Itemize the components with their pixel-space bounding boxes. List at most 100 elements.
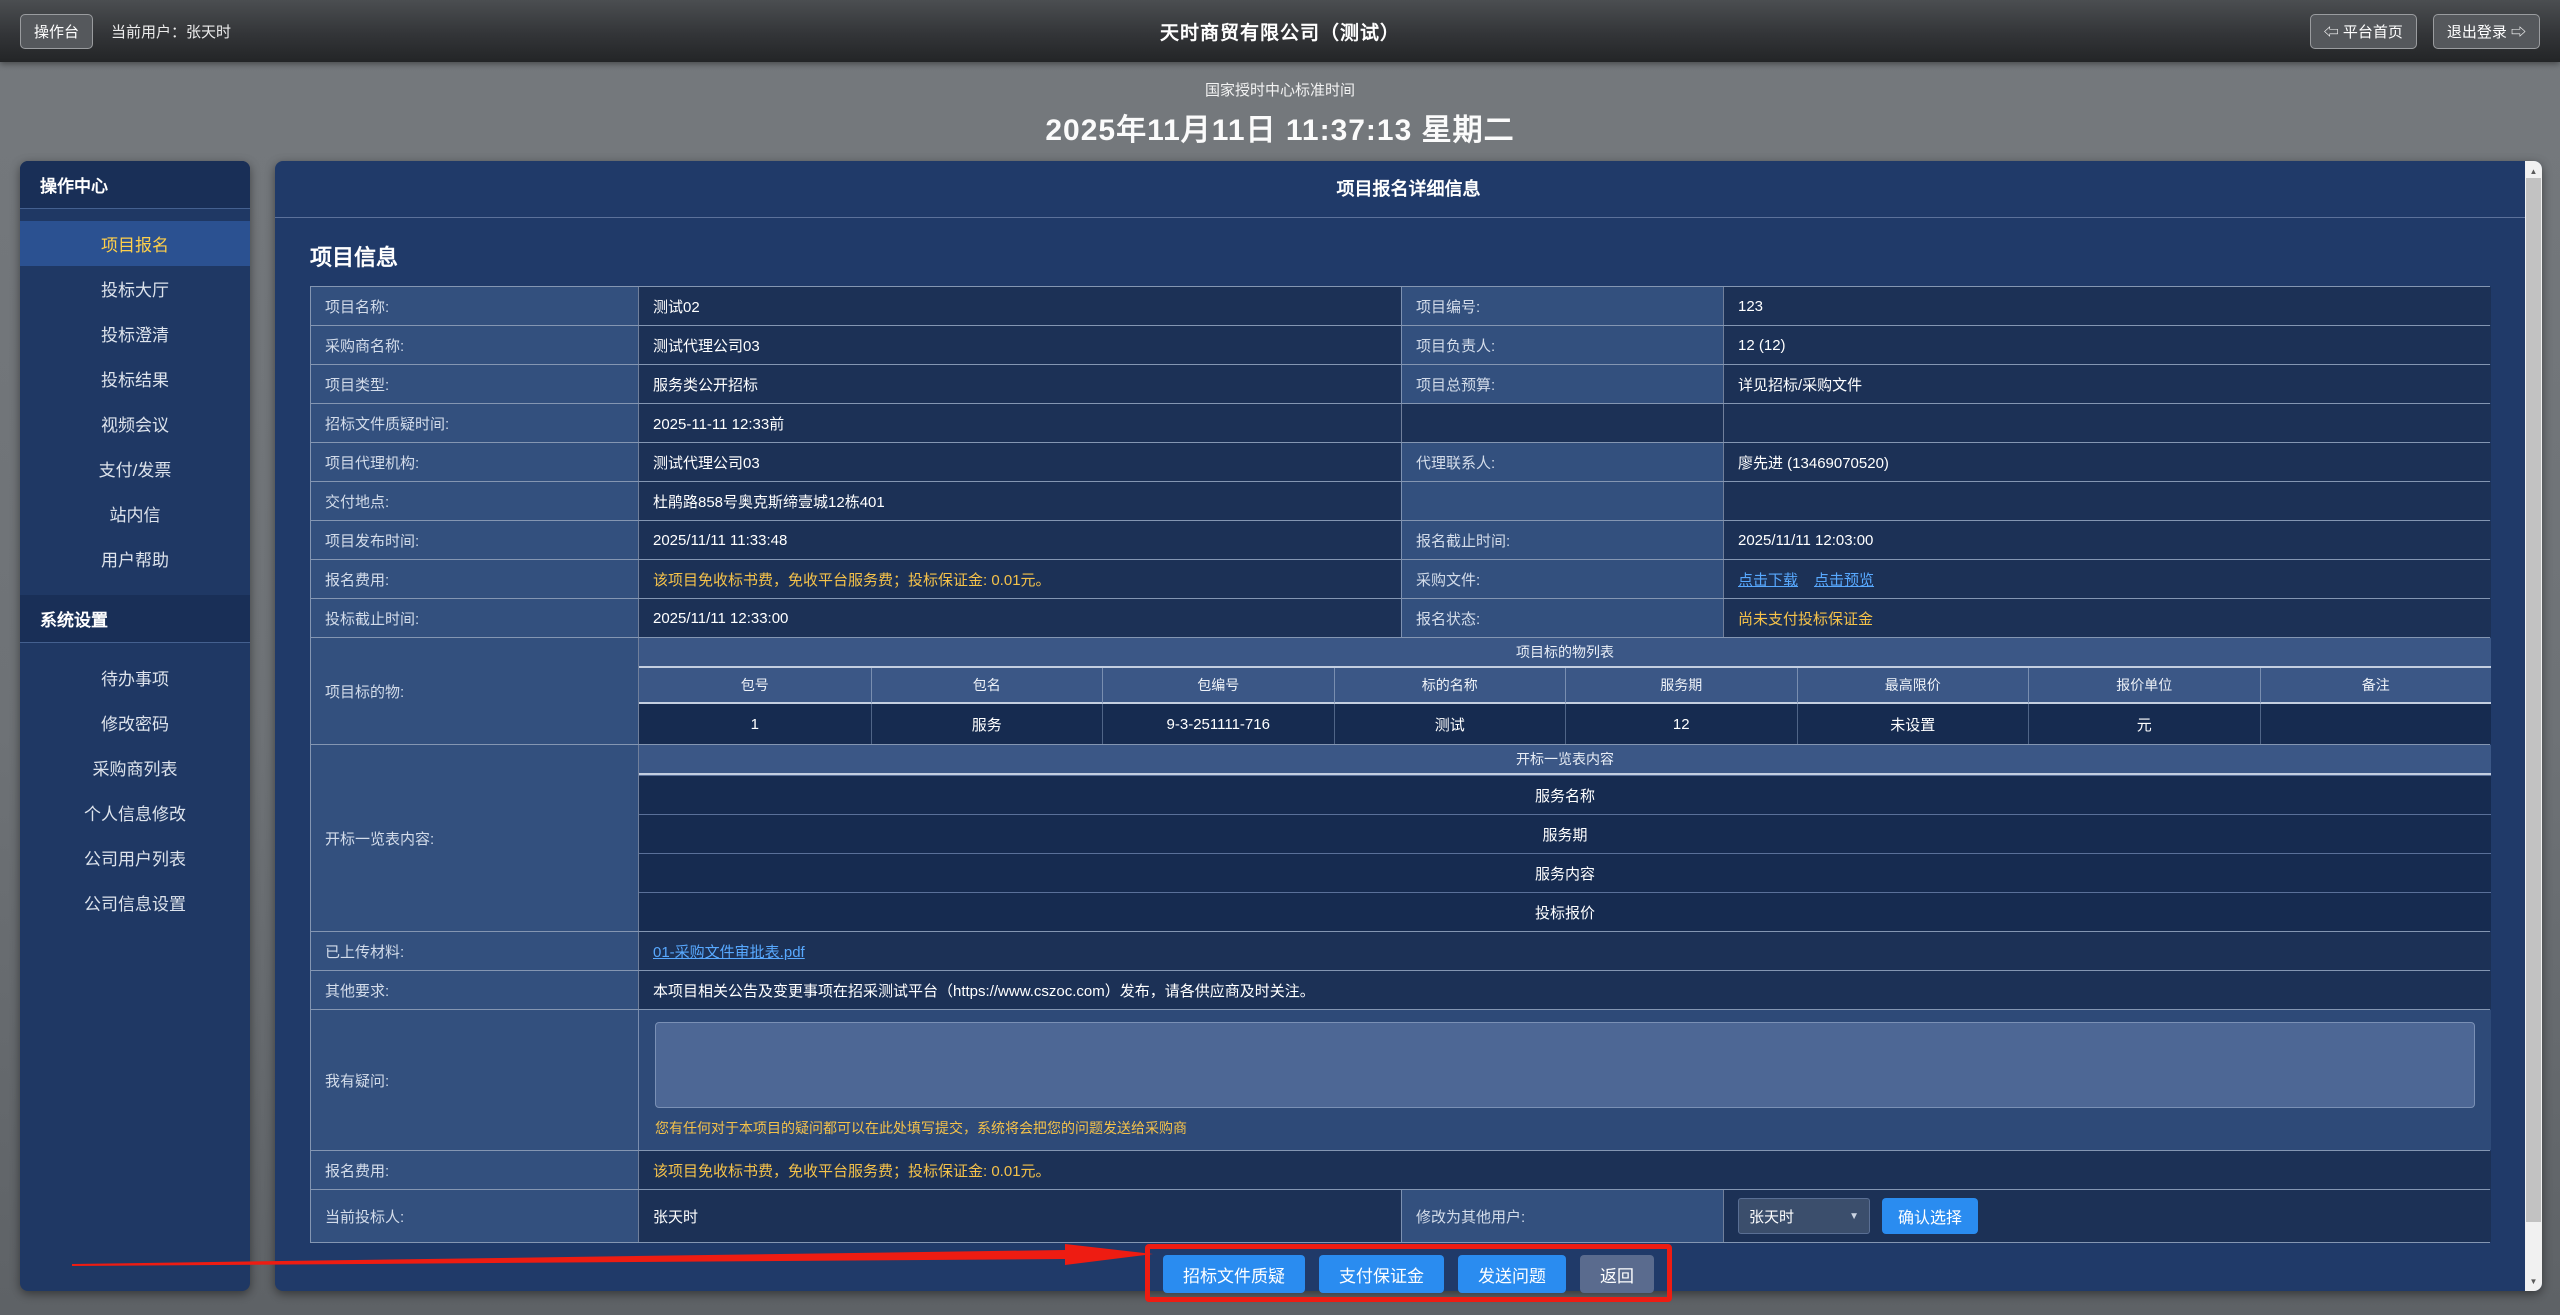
field-label: 其他要求:: [311, 971, 638, 1009]
workbench-button[interactable]: 操作台: [20, 14, 93, 49]
sidebar-item-0-3[interactable]: 投标结果: [20, 356, 250, 401]
field-value: 123: [1723, 287, 2491, 325]
challenge-bid-document-button[interactable]: 招标文件质疑: [1163, 1255, 1305, 1293]
field-label: [1401, 482, 1723, 520]
goods-column-header: 包名: [871, 668, 1103, 704]
goods-column-header: 包号: [639, 668, 871, 704]
goods-cell: 未设置: [1797, 704, 2029, 744]
chevron-down-icon: ▼: [1849, 1211, 1859, 1222]
field-label: 项目编号:: [1401, 287, 1723, 325]
field-label: 项目标的物:: [311, 638, 638, 744]
table-row: 报名费用:该项目免收标书费，免收平台服务费；投标保证金: 0.01元。: [311, 1151, 2489, 1190]
scroll-up-button[interactable]: ▲: [2525, 163, 2542, 179]
download-link[interactable]: 点击下载: [1738, 569, 1798, 590]
back-button[interactable]: 返回: [1580, 1255, 1654, 1293]
sidebar-item-1-5[interactable]: 公司信息设置: [20, 880, 250, 925]
table-row: 交付地点:杜鹃路858号奥克斯缔壹城12栋401: [311, 482, 2489, 521]
bidform-row: 服务期: [639, 814, 2491, 853]
bidform-row: 服务名称: [639, 775, 2491, 814]
sidebar-item-0-7[interactable]: 用户帮助: [20, 536, 250, 581]
field-value: 该项目免收标书费，免收平台服务费；投标保证金: 0.01元。: [638, 1151, 2491, 1189]
field-value: [1723, 482, 2491, 520]
top-bar: 操作台 当前用户：张天时 天时商贸有限公司（测试） ⇦ 平台首页 退出登录 ⇨: [0, 0, 2560, 62]
goods-grid: 包号包名包编号标的名称服务期最高限价报价单位备注1服务9-3-251111-71…: [639, 668, 2491, 744]
sidebar-item-1-4[interactable]: 公司用户列表: [20, 835, 250, 880]
field-value: 张天时 ▼ 确认选择: [1723, 1190, 2491, 1242]
question-cell: 您有任何对于本项目的疑问都可以在此处填写提交，系统将会把您的问题发送给采购商: [638, 1010, 2491, 1150]
table-row: 采购商名称:测试代理公司03项目负责人:12 (12): [311, 326, 2489, 365]
field-label: 采购商名称:: [311, 326, 638, 364]
field-value: 该项目免收标书费，免收平台服务费；投标保证金: 0.01元。: [638, 560, 1401, 598]
table-row: 投标截止时间:2025/11/11 12:33:00报名状态:尚未支付投标保证金: [311, 599, 2489, 638]
table-row: 项目发布时间:2025/11/11 11:33:48报名截止时间:2025/11…: [311, 521, 2489, 560]
sidebar-item-1-0[interactable]: 待办事项: [20, 655, 250, 700]
field-label: [1401, 404, 1723, 442]
goods-column-header: 包编号: [1102, 668, 1334, 704]
sidebar-item-0-5[interactable]: 支付/发票: [20, 446, 250, 491]
sidebar-item-0-0[interactable]: 项目报名: [20, 221, 250, 266]
sidebar-item-0-6[interactable]: 站内信: [20, 491, 250, 536]
table-row: 其他要求:本项目相关公告及变更事项在招采测试平台（https://www.csz…: [311, 971, 2489, 1010]
clock-caption: 国家授时中心标准时间: [0, 62, 2560, 100]
bidder-user-select-value: 张天时: [1749, 1206, 1794, 1227]
logout-button[interactable]: 退出登录 ⇨: [2433, 14, 2540, 49]
goods-column-header: 最高限价: [1797, 668, 2029, 704]
bidform-row: 投标报价: [639, 892, 2491, 931]
field-label: 报名费用:: [311, 560, 638, 598]
goods-cell: [2260, 704, 2492, 744]
sidebar-item-1-3[interactable]: 个人信息修改: [20, 790, 250, 835]
pay-deposit-button[interactable]: 支付保证金: [1319, 1255, 1444, 1293]
field-value: 详见招标/采购文件: [1723, 365, 2491, 403]
field-label: 项目负责人:: [1401, 326, 1723, 364]
scrollbar-thumb[interactable]: [2526, 178, 2541, 1222]
field-value: [1723, 404, 2491, 442]
field-value: 2025/11/11 12:33:00: [638, 599, 1401, 637]
field-label: 我有疑问:: [311, 1010, 638, 1150]
goods-column-header: 标的名称: [1334, 668, 1566, 704]
platform-home-button[interactable]: ⇦ 平台首页: [2310, 14, 2417, 49]
table-row-goods: 项目标的物:项目标的物列表包号包名包编号标的名称服务期最高限价报价单位备注1服务…: [311, 638, 2489, 745]
preview-link[interactable]: 点击预览: [1814, 569, 1874, 590]
goods-cell: 服务: [871, 704, 1103, 744]
send-question-button[interactable]: 发送问题: [1458, 1255, 1566, 1293]
bidform-table: 开标一览表内容服务名称服务期服务内容投标报价: [638, 745, 2491, 931]
sidebar-item-1-2[interactable]: 采购商列表: [20, 745, 250, 790]
sidebar-item-0-1[interactable]: 投标大厅: [20, 266, 250, 311]
confirm-select-button[interactable]: 确认选择: [1882, 1198, 1978, 1234]
table-row: 报名费用:该项目免收标书费，免收平台服务费；投标保证金: 0.01元。采购文件:…: [311, 560, 2489, 599]
field-value: 张天时: [638, 1190, 1401, 1242]
field-label: 报名状态:: [1401, 599, 1723, 637]
footer-button-group: 招标文件质疑支付保证金发送问题返回: [1163, 1255, 1654, 1293]
bidform-table-title: 开标一览表内容: [639, 745, 2491, 775]
field-label: 修改为其他用户:: [1401, 1190, 1723, 1242]
vertical-scrollbar[interactable]: ▲ ▼: [2525, 161, 2542, 1291]
table-row: 已上传材料:01-采购文件审批表.pdf: [311, 932, 2489, 971]
goods-column-header: 备注: [2260, 668, 2492, 704]
goods-table-title: 项目标的物列表: [639, 638, 2491, 668]
field-label: 代理联系人:: [1401, 443, 1723, 481]
sidebar-item-0-2[interactable]: 投标澄清: [20, 311, 250, 356]
field-value: 尚未支付投标保证金: [1723, 599, 2491, 637]
current-user-label: 当前用户：张天时: [111, 21, 231, 42]
topbar-actions: ⇦ 平台首页 退出登录 ⇨: [2310, 14, 2540, 49]
field-value: 测试代理公司03: [638, 326, 1401, 364]
sidebar: 操作中心项目报名投标大厅投标澄清投标结果视频会议支付/发票站内信用户帮助系统设置…: [20, 161, 250, 1291]
bidder-user-select[interactable]: 张天时 ▼: [1738, 1198, 1870, 1234]
table-row: 当前投标人:张天时修改为其他用户:张天时▼确认选择: [311, 1190, 2489, 1243]
scroll-down-button[interactable]: ▼: [2525, 1273, 2542, 1289]
sidebar-item-1-1[interactable]: 修改密码: [20, 700, 250, 745]
sidebar-section-list: 项目报名投标大厅投标澄清投标结果视频会议支付/发票站内信用户帮助: [20, 209, 250, 595]
goods-cell: 1: [639, 704, 871, 744]
question-textarea[interactable]: [655, 1022, 2475, 1108]
goods-cell: 12: [1565, 704, 1797, 744]
field-label: 投标截止时间:: [311, 599, 638, 637]
field-label: 报名费用:: [311, 1151, 638, 1189]
standard-time-block: 国家授时中心标准时间 2025年11月11日 11:37:13 星期二: [0, 62, 2560, 161]
company-title: 天时商贸有限公司（测试）: [1160, 18, 1400, 45]
field-value: 点击下载点击预览: [1723, 560, 2491, 598]
goods-cell: 9-3-251111-716: [1102, 704, 1334, 744]
project-info-table: 项目名称:测试02项目编号:123采购商名称:测试代理公司03项目负责人:12 …: [310, 286, 2490, 1243]
sidebar-section-header: 操作中心: [20, 161, 250, 209]
uploaded-file-link[interactable]: 01-采购文件审批表.pdf: [653, 941, 805, 962]
sidebar-item-0-4[interactable]: 视频会议: [20, 401, 250, 446]
